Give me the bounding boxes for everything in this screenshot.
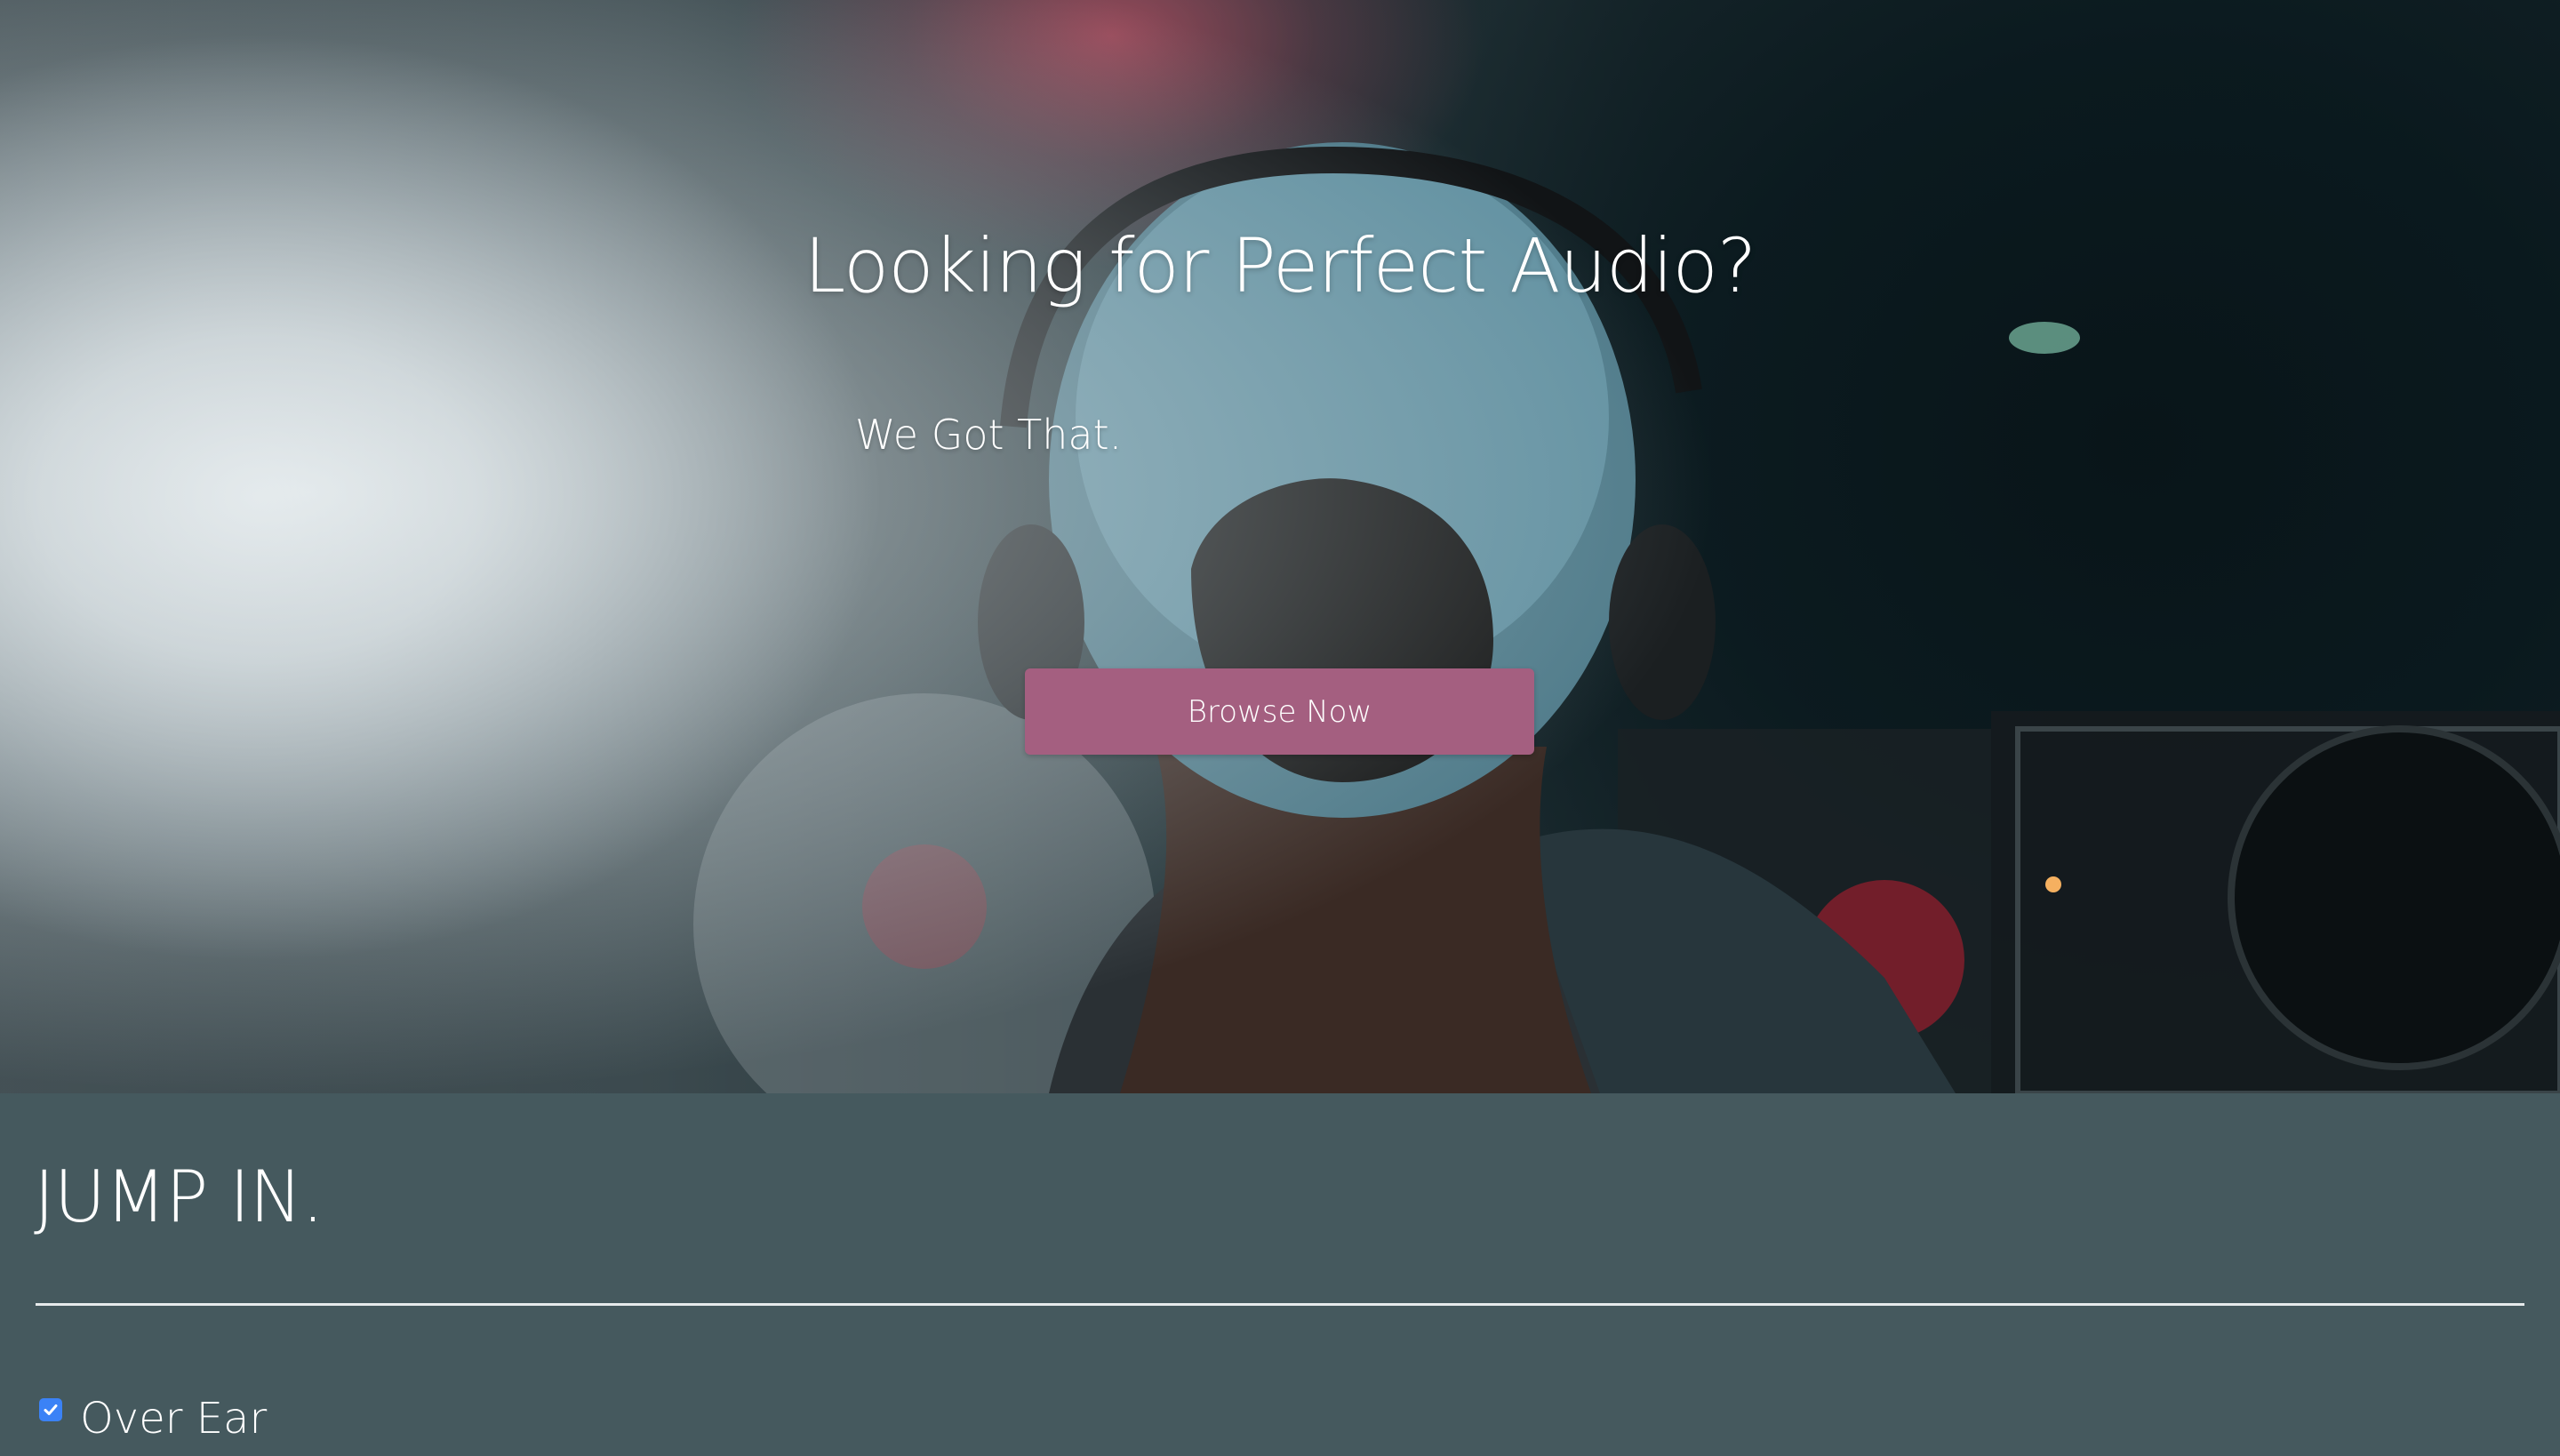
checkmark-icon: [44, 1404, 58, 1415]
section-title: JUMP IN.: [34, 1156, 324, 1238]
hero-background-photo: [0, 0, 2560, 1093]
section-divider: [36, 1303, 2524, 1306]
jump-in-section: JUMP IN. Over Ear: [0, 1093, 2560, 1456]
checkbox[interactable]: [39, 1398, 62, 1421]
hero-section: Looking for Perfect Audio? We Got That. …: [0, 0, 2560, 1093]
hero-title: Looking for Perfect Audio?: [804, 222, 1757, 309]
hero-subtitle: We Got That.: [855, 411, 1123, 459]
filter-option-over-ear[interactable]: Over Ear: [39, 1392, 267, 1445]
filter-label: Over Ear: [80, 1394, 268, 1444]
browse-now-button[interactable]: Browse Now: [1025, 668, 1534, 755]
